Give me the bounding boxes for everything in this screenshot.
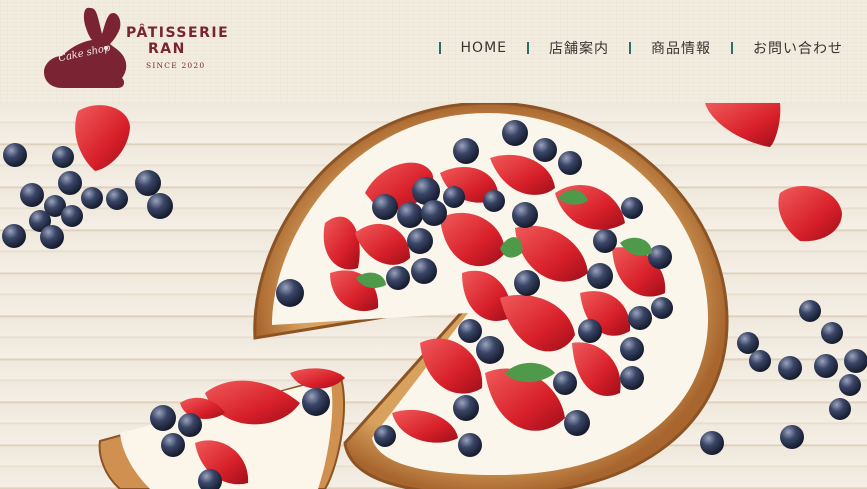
nav-separator [527,42,529,54]
brand-name-line1: PÂTISSERIE [126,25,230,41]
nav-label: HOME [460,40,507,56]
main-nav: HOME 店舗案内 商品情報 お問い合わせ [419,38,843,58]
nav-products[interactable]: 商品情報 [629,38,711,58]
berry-tart-illustration [2,103,867,489]
nav-separator [731,42,733,54]
nav-label: お問い合わせ [753,41,843,57]
rabbit-logo-icon [44,7,127,88]
nav-store-info[interactable]: 店舗案内 [527,38,609,58]
nav-separator [629,42,631,54]
nav-separator [438,42,441,54]
logo[interactable] [40,4,230,90]
hero-image [0,103,867,489]
nav-label: 店舗案内 [549,41,609,57]
nav-contact[interactable]: お問い合わせ [731,38,843,58]
brand-since: SINCE 2020 [146,61,206,70]
site-header: Cake shop PÂTISSERIE RAN SINCE 2020 HOME… [0,0,867,103]
nav-home[interactable]: HOME [438,40,507,56]
nav-label: 商品情報 [651,41,711,57]
brand-name-line2: RAN [148,41,186,57]
